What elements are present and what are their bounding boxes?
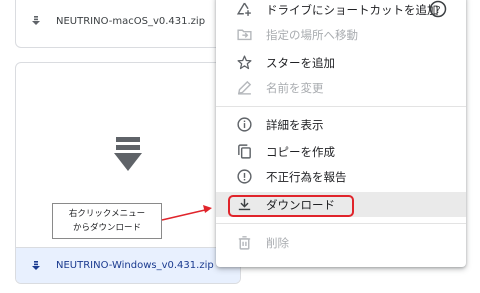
menu-item-label: 不正行為を報告 <box>266 170 347 184</box>
menu-item-report[interactable]: 不正行為を報告 <box>216 164 466 189</box>
file-footer[interactable]: NEUTRINO-macOS_v0.431.zip <box>16 7 240 35</box>
help-circle-icon[interactable]: ? <box>428 0 448 19</box>
download-highlight-box <box>228 195 354 217</box>
file-name: NEUTRINO-Windows_v0.431.zip <box>56 260 214 271</box>
menu-item-label: ドライブにショートカットを追加 <box>266 3 439 17</box>
file-name: NEUTRINO-macOS_v0.431.zip <box>56 15 206 27</box>
menu-item-rename[interactable]: 名前を変更 <box>216 75 466 100</box>
context-menu: ドライブにショートカットを追加 ? 指定の場所へ移動 スターを追加 名前を変更 … <box>216 0 466 267</box>
menu-divider <box>216 106 466 107</box>
zip-preview-icon <box>114 137 142 177</box>
menu-item-label: 詳細を表示 <box>266 118 324 132</box>
add-shortcut-icon <box>236 1 253 18</box>
file-footer[interactable]: NEUTRINO-Windows_v0.431.zip <box>16 247 240 283</box>
menu-item-copy[interactable]: コピーを作成 <box>216 139 466 164</box>
star-icon <box>236 54 253 71</box>
menu-item-label: スターを追加 <box>266 56 335 70</box>
move-to-icon <box>236 26 253 43</box>
menu-item-delete[interactable]: 削除 <box>216 230 466 255</box>
trash-icon <box>236 234 253 251</box>
svg-text:?: ? <box>435 5 440 16</box>
menu-item-add-shortcut[interactable]: ドライブにショートカットを追加 ? <box>216 0 466 22</box>
copy-icon <box>236 143 253 160</box>
menu-item-label: コピーを作成 <box>266 145 335 159</box>
file-card-windows[interactable]: NEUTRINO-Windows_v0.431.zip <box>15 62 241 284</box>
menu-item-label: 削除 <box>266 236 289 250</box>
menu-item-move[interactable]: 指定の場所へ移動 <box>216 22 466 47</box>
menu-item-label: 名前を変更 <box>266 81 324 95</box>
menu-item-details[interactable]: 詳細を表示 <box>216 112 466 137</box>
pencil-icon <box>236 79 253 96</box>
menu-divider <box>216 223 466 224</box>
annotation-line-1: 右クリックメニュー <box>68 209 146 219</box>
annotation-line-2: からダウンロード <box>72 223 141 233</box>
menu-item-label: 指定の場所へ移動 <box>266 28 358 42</box>
file-card-macos[interactable]: NEUTRINO-macOS_v0.431.zip <box>15 0 241 48</box>
info-icon <box>236 116 253 133</box>
menu-item-add-star[interactable]: スターを追加 <box>216 50 466 75</box>
report-icon <box>236 168 253 185</box>
zip-file-icon <box>30 260 42 271</box>
zip-file-icon <box>30 16 42 26</box>
annotation-callout: 右クリックメニュー からダウンロード <box>52 203 162 239</box>
